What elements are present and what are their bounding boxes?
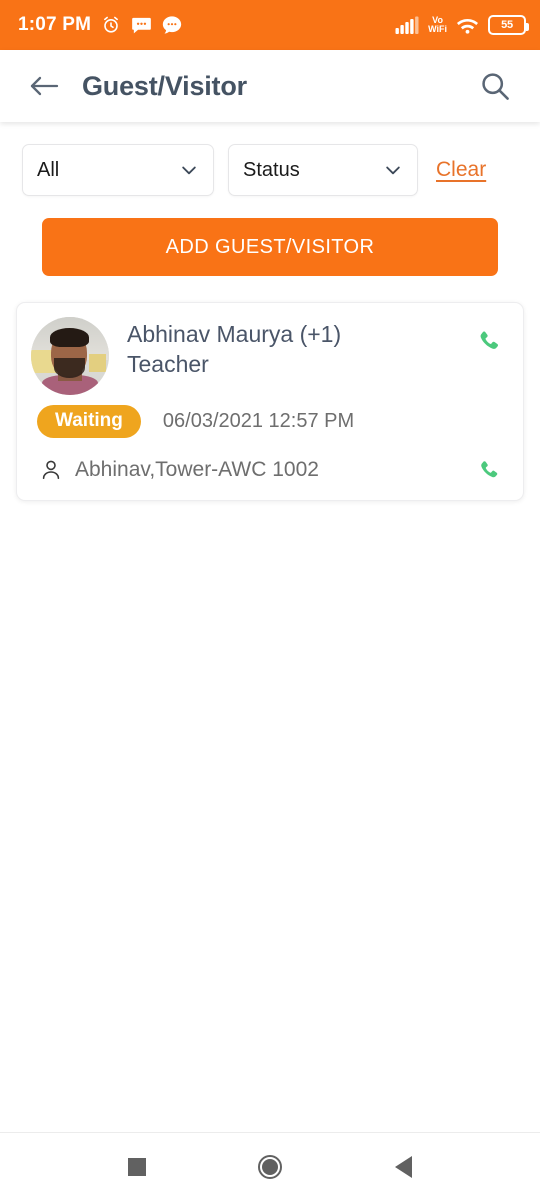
type-filter-select[interactable]: All (22, 144, 214, 196)
status-bar-left: 1:07 PM (18, 14, 182, 36)
android-nav-bar (0, 1132, 540, 1200)
guest-card[interactable]: Abhinav Maurya (+1) Teacher Waiting 06/0… (16, 302, 524, 501)
app-bar: Guest/Visitor (0, 50, 540, 122)
main-content: All Status Clear ADD GUEST/VISITOR Abhin… (0, 122, 540, 1200)
cellular-signal-icon (395, 16, 419, 34)
wifi-label: WiFi (428, 24, 447, 34)
chevron-down-icon (386, 166, 400, 175)
filter-row: All Status Clear (0, 122, 540, 196)
status-bar: 1:07 PM Vo WiFi 55 (0, 0, 540, 50)
back-button[interactable] (22, 64, 66, 108)
page-title: Guest/Visitor (82, 70, 247, 101)
status-filter-value: Status (243, 158, 300, 181)
call-guest-button[interactable] (469, 321, 509, 361)
guest-card-status-row: Waiting 06/03/2021 12:57 PM (31, 405, 509, 438)
guest-avatar (31, 317, 109, 395)
guest-datetime: 06/03/2021 12:57 PM (162, 409, 355, 432)
guest-name: Abhinav Maurya (+1) (127, 321, 342, 347)
type-filter-value: All (37, 158, 60, 181)
system-back-button[interactable] (373, 1137, 433, 1197)
guest-name-block: Abhinav Maurya (+1) Teacher (109, 317, 469, 380)
clear-filters-link[interactable]: Clear (436, 158, 486, 182)
home-circle-icon (257, 1154, 282, 1179)
status-filter-select[interactable]: Status (228, 144, 418, 196)
recents-square-icon (127, 1157, 146, 1176)
phone-call-icon (481, 460, 498, 478)
add-guest-visitor-button[interactable]: ADD GUEST/VISITOR (42, 218, 498, 276)
message-box-icon (132, 17, 152, 33)
status-bar-time: 1:07 PM (18, 14, 92, 35)
home-button[interactable] (240, 1137, 300, 1197)
search-icon (482, 73, 509, 100)
recents-button[interactable] (107, 1137, 167, 1197)
wifi-icon (456, 19, 479, 34)
back-triangle-icon (394, 1155, 412, 1178)
volte-wifi-label: Vo WiFi (428, 16, 447, 34)
guest-host-address: Abhinav,Tower-AWC 1002 (75, 457, 319, 481)
phone-screen: 1:07 PM Vo WiFi 55 Guest/Visitor All Sta… (0, 0, 540, 1200)
phone-call-icon (480, 331, 499, 349)
battery-indicator: 55 (488, 15, 529, 35)
battery-level: 55 (501, 19, 513, 31)
guest-role: Teacher (127, 351, 209, 378)
person-icon (42, 460, 60, 479)
back-arrow-icon (30, 76, 59, 96)
alarm-clock-icon (104, 16, 119, 33)
search-button[interactable] (472, 63, 518, 109)
guest-card-host-row: Abhinav,Tower-AWC 1002 (31, 450, 509, 490)
chat-bubble-icon (163, 16, 182, 34)
status-badge: Waiting (37, 405, 141, 438)
status-bar-right: Vo WiFi 55 (395, 15, 529, 35)
guest-card-header: Abhinav Maurya (+1) Teacher (31, 317, 509, 395)
chevron-down-icon (182, 166, 196, 175)
call-host-button[interactable] (469, 450, 509, 490)
